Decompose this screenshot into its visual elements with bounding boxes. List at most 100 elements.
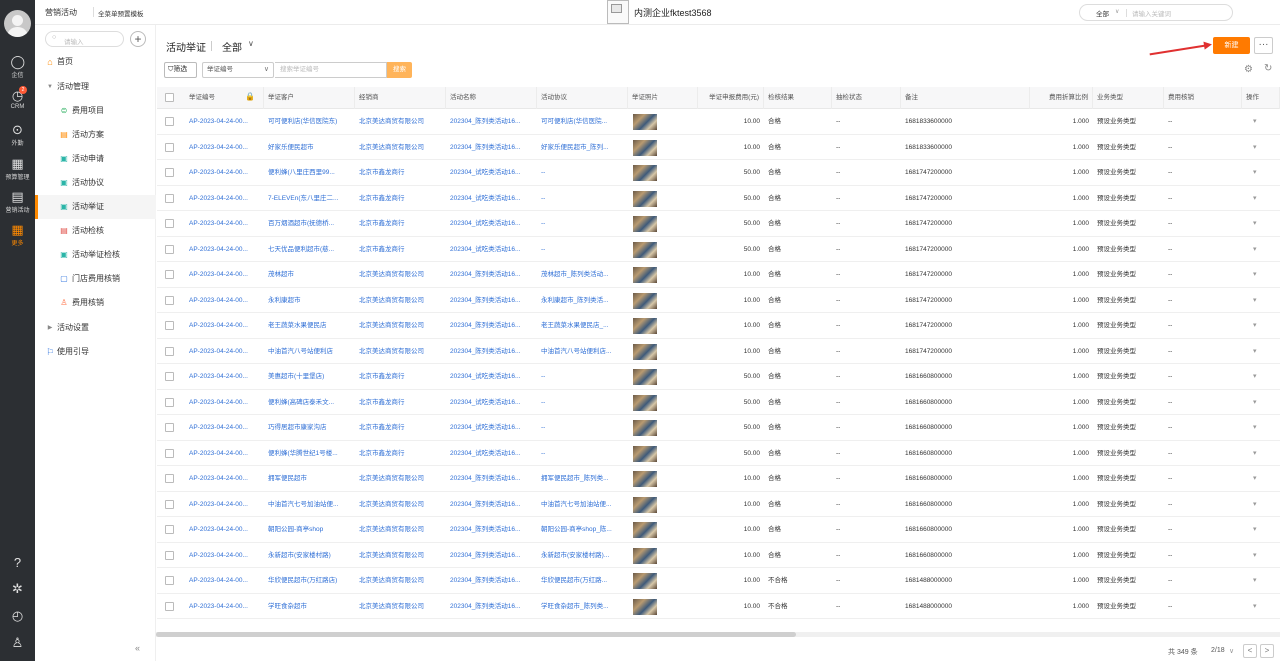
table-cell[interactable]: 拥军便民超市 [264, 466, 355, 491]
row-checkbox[interactable] [165, 474, 174, 483]
page-indicator[interactable]: 2/18 [1211, 647, 1225, 654]
menu-search-input[interactable]: 请输入 [64, 36, 84, 46]
chevron-down-icon[interactable]: ∨ [1229, 647, 1234, 655]
settings-button[interactable]: ✲ [0, 582, 35, 596]
row-checkbox[interactable] [165, 117, 174, 126]
horizontal-scrollbar[interactable] [156, 632, 1280, 637]
table-cell[interactable]: 百万烟酒超市(抚德桥... [264, 211, 355, 236]
prev-page-button[interactable]: < [1243, 644, 1257, 658]
row-checkbox[interactable] [165, 499, 174, 509]
refresh-icon[interactable]: ↻ [1264, 63, 1272, 74]
proof-photo-thumbnail[interactable] [633, 547, 657, 564]
table-cell[interactable]: 拥军便民超市_陈列类... [537, 466, 628, 491]
table-row[interactable]: AP-2023-04-24-00... 永新超市(安家楼村路) 北京美达商贸有限公司… [157, 543, 1280, 568]
avatar[interactable] [4, 10, 31, 37]
table-cell[interactable]: 北京美达商贸有限公司 [355, 262, 446, 287]
add-menu-button[interactable]: + [130, 31, 146, 47]
sidebar-item-inspection[interactable]: ▤ 活动检核 [35, 219, 156, 243]
table-cell[interactable]: 中油首汽八号站便利店 [264, 339, 355, 364]
table-row[interactable]: AP-2023-04-24-00... 可可便利店(华信医院东) 北京美达商贸有限公… [157, 109, 1280, 135]
table-cell[interactable]: 北京美达商贸有限公司 [355, 517, 446, 542]
table-row[interactable]: AP-2023-04-24-00... 中油首汽七号加油站便... 北京美达商贸有限… [157, 492, 1280, 517]
search-input[interactable]: 请输入关键词 [1132, 8, 1171, 18]
table-cell[interactable]: AP-2023-04-24-00... [185, 492, 264, 517]
table-cell[interactable]: AP-2023-04-24-00... [185, 288, 264, 313]
row-action-dropdown-icon[interactable]: ▾ [1253, 568, 1257, 593]
table-cell[interactable]: 202304_试吃类活动16... [446, 415, 537, 440]
table-row[interactable]: AP-2023-04-24-00... 老王蔬菜水果便民店 北京美达商贸有限公司 20… [157, 313, 1280, 339]
sidebar-item-store-writeoff[interactable]: ▢ 门店费用核销 [35, 267, 156, 291]
search-button[interactable]: 搜索 [387, 62, 412, 78]
table-cell[interactable]: AP-2023-04-24-00... [185, 186, 264, 211]
table-cell[interactable]: -- [537, 211, 628, 236]
row-action-dropdown-icon[interactable]: ▾ [1253, 211, 1257, 236]
proof-photo-thumbnail[interactable] [633, 139, 657, 156]
gear-icon[interactable]: ⚙ [1244, 64, 1253, 75]
table-cell[interactable]: 老王蔬菜水果便民店_... [537, 313, 628, 338]
table-cell[interactable]: 北京美达商贸有限公司 [355, 543, 446, 568]
sidebar-item-writeoff[interactable]: ♙ 费用核销 [35, 291, 156, 315]
view-select[interactable]: 全部 [222, 39, 242, 54]
table-cell[interactable]: 202304_试吃类活动16... [446, 211, 537, 236]
table-cell[interactable]: 好家乐便民超市_陈列... [537, 135, 628, 160]
table-cell[interactable]: 202304_陈列类活动16... [446, 568, 537, 593]
table-cell[interactable]: AP-2023-04-24-00... [185, 441, 264, 466]
table-cell[interactable]: 202304_陈列类活动16... [446, 109, 537, 134]
table-row[interactable]: AP-2023-04-24-00... 百万烟酒超市(抚德桥... 北京市鑫龙商行 2… [157, 211, 1280, 237]
table-cell[interactable]: -- [537, 160, 628, 185]
table-cell[interactable]: 学旺食杂超市 [264, 594, 355, 619]
table-cell[interactable]: 北京美达商贸有限公司 [355, 466, 446, 491]
row-checkbox[interactable] [165, 346, 174, 356]
table-cell[interactable]: 美惠超市(十里堡店) [264, 364, 355, 389]
table-cell[interactable]: 202304_陈列类活动16... [446, 466, 537, 491]
scrollbar-thumb[interactable] [156, 632, 796, 637]
table-cell[interactable]: AP-2023-04-24-00... [185, 466, 264, 491]
table-row[interactable]: AP-2023-04-24-00... 便利蜂(华腾世纪1号楼... 北京市鑫龙商行… [157, 441, 1280, 466]
filter-field-select[interactable]: 举证编号 ∨ [202, 62, 274, 78]
proof-photo-thumbnail[interactable] [633, 165, 657, 181]
table-cell[interactable]: 北京市鑫龙商行 [355, 160, 446, 185]
row-checkbox[interactable] [165, 244, 174, 254]
table-cell[interactable]: 华欣便民超市(万红路... [537, 568, 628, 593]
column-header[interactable]: 费用核销 [1164, 87, 1242, 109]
table-cell[interactable]: AP-2023-04-24-00... [185, 211, 264, 236]
global-search[interactable]: 全部 ∨ 请输入关键词 [1079, 4, 1233, 21]
column-header[interactable]: 举证客户 [264, 87, 355, 109]
table-cell[interactable]: 华欣便民超市(万红路店) [264, 568, 355, 593]
table-cell[interactable]: 202304_试吃类活动16... [446, 390, 537, 415]
table-cell[interactable]: 永新超市(安家楼村路)... [537, 543, 628, 568]
row-checkbox[interactable] [165, 321, 174, 330]
table-cell[interactable]: 可可便利店(华信医院东) [264, 109, 355, 134]
sidebar-item-guide[interactable]: ⚐ 使用引导 [35, 340, 156, 364]
proof-photo-thumbnail[interactable] [633, 573, 657, 589]
sidebar-item-applications[interactable]: ▣ 活动申请 [35, 147, 156, 171]
table-cell[interactable]: 中油首汽七号加油站便... [537, 492, 628, 517]
proof-photo-thumbnail[interactable] [633, 394, 657, 411]
column-header[interactable]: 业务类型 [1093, 87, 1164, 109]
row-checkbox[interactable] [165, 423, 174, 432]
table-cell[interactable]: 中油首汽七号加油站便... [264, 492, 355, 517]
table-cell[interactable]: AP-2023-04-24-00... [185, 568, 264, 593]
proof-photo-thumbnail[interactable] [633, 216, 657, 232]
table-cell[interactable]: 朝阳公园-商亭shop [264, 517, 355, 542]
table-cell[interactable]: AP-2023-04-24-00... [185, 135, 264, 160]
proof-photo-thumbnail[interactable] [633, 241, 657, 258]
row-checkbox[interactable] [165, 448, 174, 458]
table-cell[interactable]: 202304_陈列类活动16... [446, 135, 537, 160]
sidebar-item-home[interactable]: ⌂ 首页 [35, 50, 156, 74]
table-cell[interactable]: 202304_试吃类活动16... [446, 441, 537, 466]
column-header[interactable]: 活动协议 [537, 87, 628, 109]
table-cell[interactable]: AP-2023-04-24-00... [185, 364, 264, 389]
row-action-dropdown-icon[interactable]: ▾ [1253, 466, 1257, 491]
table-cell[interactable]: -- [537, 237, 628, 262]
column-header[interactable]: 检核结果 [764, 87, 832, 109]
table-cell[interactable]: 北京市鑫龙商行 [355, 186, 446, 211]
row-action-dropdown-icon[interactable]: ▾ [1253, 543, 1257, 568]
row-action-dropdown-icon[interactable]: ▾ [1253, 313, 1257, 338]
column-header[interactable]: 举证照片 [628, 87, 698, 109]
nav-item-field[interactable]: ⊙ 外勤 [0, 123, 35, 148]
table-cell[interactable]: -- [537, 441, 628, 466]
table-row[interactable]: AP-2023-04-24-00... 美惠超市(十里堡店) 北京市鑫龙商行 2023… [157, 364, 1280, 390]
table-cell[interactable]: 202304_陈列类活动16... [446, 543, 537, 568]
table-cell[interactable]: AP-2023-04-24-00... [185, 313, 264, 338]
